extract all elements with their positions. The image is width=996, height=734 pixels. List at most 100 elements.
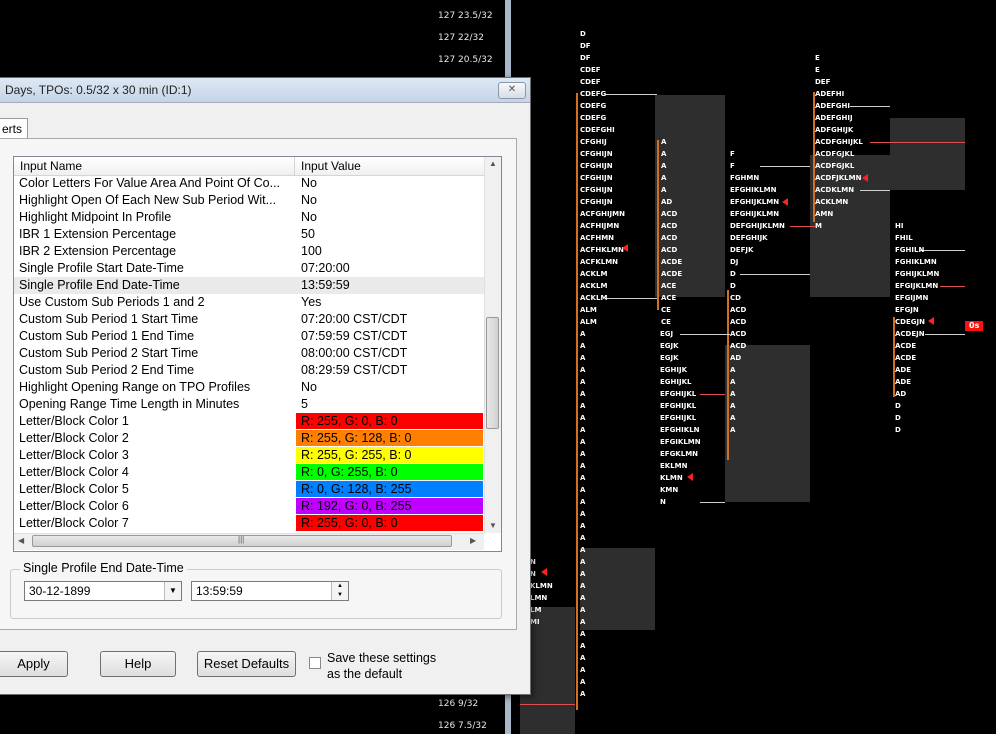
input-value-cell[interactable]: R: 192, G: 0, B: 255 [296,498,483,514]
input-value-cell[interactable]: R: 0, G: 128, B: 255 [296,481,483,497]
tpo-row: KMN [660,486,679,494]
tpo-row: ADEFGHIJ [815,114,853,122]
input-value-cell[interactable]: 50 [296,226,483,242]
input-value-cell[interactable]: 5 [296,396,483,412]
tpo-row: A [580,330,586,338]
tpo-profile-column: EGJ EGJK EGJK EGHIJK EGHIJKL EFGHIJKL EFGHIJKL… [660,328,701,508]
tpo-row: EFGHIKLN [660,426,700,434]
input-value-cell[interactable]: R: 255, G: 255, B: 0 [296,447,483,463]
input-value-cell[interactable]: 07:59:59 CST/CDT [296,328,483,344]
grid-row[interactable]: Letter/Block Color 2 R: 255, G: 128, B: 0 [14,430,484,447]
dialog-title: Days, TPOs: 0.5/32 x 30 min (ID:1) [5,83,192,97]
tpo-row: AD [661,198,673,206]
tpo-row: A [580,606,586,614]
tpo-row: EKLMN [660,462,688,470]
input-value-cell[interactable]: No [296,379,483,395]
grid-vertical-scrollbar[interactable]: ▲ ▼ [484,157,501,533]
scroll-down-icon[interactable]: ▼ [489,521,497,530]
tpo-row: ACDE [895,354,917,362]
tpo-row: EFGHIKLMN [730,186,777,194]
tpo-row: A [730,414,736,422]
tpo-row: ACKLMN [815,198,849,206]
tpo-row: CE [661,306,671,314]
input-value-cell[interactable]: R: 255, G: 0, B: 0 [296,515,483,531]
input-name-cell: Custom Sub Period 1 Start Time [19,312,199,326]
tpo-row: A [580,498,586,506]
tpo-row: ACD [661,210,678,218]
input-value-cell[interactable]: R: 0, G: 255, B: 0 [296,464,483,480]
tpo-row: EGJ [660,330,674,338]
input-value-cell[interactable]: Yes [296,294,483,310]
grid-row[interactable]: IBR 1 Extension Percentage 50 [14,226,484,243]
time-spinner[interactable]: 13:59:59 ▲ ▼ [191,581,349,601]
grid-row[interactable]: Letter/Block Color 7 R: 255, G: 0, B: 0 [14,515,484,532]
input-name-cell: Letter/Block Color 2 [19,431,129,445]
input-value-cell[interactable]: 08:29:59 CST/CDT [296,362,483,378]
input-value-cell[interactable]: No [296,209,483,225]
grid-row[interactable]: Letter/Block Color 1 R: 255, G: 0, B: 0 [14,413,484,430]
input-value-cell[interactable]: 100 [296,243,483,259]
grid-horizontal-scrollbar[interactable]: ◀ ||| ▶ [14,533,484,550]
date-picker[interactable]: 30-12-1899 ▼ [24,581,182,601]
input-value-cell[interactable]: 13:59:59 [296,277,483,293]
chevron-down-icon[interactable]: ▼ [164,582,181,600]
grid-row[interactable]: Highlight Midpoint In Profile No [14,209,484,226]
column-header-input-value[interactable]: Input Value [301,159,361,173]
grid-row[interactable]: Custom Sub Period 1 Start Time 07:20:00 C… [14,311,484,328]
input-name-cell: Color Letters For Value Area And Point O… [19,176,281,190]
tpo-row: LMN [530,594,548,602]
tpo-row: CFGHIJN [580,162,613,170]
scroll-right-icon[interactable]: ▶ [470,536,476,545]
tpo-row: A [580,342,586,350]
grid-row[interactable]: Single Profile End Date-Time 13:59:59 [14,277,484,294]
grid-row[interactable]: Letter/Block Color 5 R: 0, G: 128, B: 255 [14,481,484,498]
grid-row[interactable]: Letter/Block Color 3 R: 255, G: 255, B: 0 [14,447,484,464]
grid-row[interactable]: Letter/Block Color 4 R: 0, G: 255, B: 0 [14,464,484,481]
grid-row[interactable]: Custom Sub Period 1 End Time 07:59:59 CST… [14,328,484,345]
tpo-row: CDEFGHI [580,126,615,134]
input-value-cell[interactable]: R: 255, G: 128, B: 0 [296,430,483,446]
grid-row[interactable]: Single Profile Start Date-Time 07:20:00 [14,260,484,277]
grid-row[interactable]: Opening Range Time Length in Minutes 5 [14,396,484,413]
grid-row[interactable]: Highlight Opening Range on TPO Profiles N… [14,379,484,396]
scroll-thumb[interactable]: ||| [32,535,452,547]
input-name-cell: Highlight Opening Range on TPO Profiles [19,380,251,394]
apply-button[interactable]: Apply [0,651,68,677]
tpo-row: A [580,546,586,554]
scroll-thumb[interactable] [486,317,499,429]
grid-row[interactable]: Letter/Block Color 6 R: 192, G: 0, B: 255 [14,498,484,515]
tpo-row: ACDE [661,258,683,266]
tab-alerts[interactable]: erts [0,118,28,138]
input-value-cell[interactable]: 07:20:00 CST/CDT [296,311,483,327]
input-value-cell[interactable]: No [296,192,483,208]
grid-row[interactable]: Use Custom Sub Periods 1 and 2 Yes [14,294,484,311]
scroll-up-icon[interactable]: ▲ [489,159,497,168]
reset-defaults-button[interactable]: Reset Defaults [197,651,296,677]
hline [700,502,725,503]
hline [940,286,965,287]
help-button[interactable]: Help [100,651,176,677]
scroll-left-icon[interactable]: ◀ [18,536,24,545]
inputs-grid[interactable]: Input Name Input Value Color Letters For… [13,156,502,552]
input-value-cell[interactable]: No [296,175,483,191]
grid-row[interactable]: Color Letters For Value Area And Point O… [14,175,484,192]
profile-poc-line [576,93,578,710]
grid-row[interactable]: IBR 2 Extension Percentage 100 [14,243,484,260]
input-value-cell[interactable]: R: 255, G: 0, B: 0 [296,413,483,429]
input-value-cell[interactable]: 08:00:00 CST/CDT [296,345,483,361]
tpo-row: A [661,174,667,182]
spin-arrows-icon[interactable]: ▲ ▼ [331,582,348,600]
tpo-row: A [580,426,586,434]
column-header-input-name[interactable]: Input Name [20,159,82,173]
grid-row[interactable]: Custom Sub Period 2 Start Time 08:00:00 C… [14,345,484,362]
study-settings-dialog[interactable]: Days, TPOs: 0.5/32 x 30 min (ID:1) ✕ ert… [0,77,531,695]
save-default-label[interactable]: Save these settings as the default [327,650,436,682]
grid-row[interactable]: Highlight Open Of Each New Sub Period Wi… [14,192,484,209]
close-button[interactable]: ✕ [498,82,526,99]
tpo-row: ACDFGJKL [815,150,855,158]
save-default-checkbox[interactable] [309,657,321,669]
dialog-titlebar[interactable]: Days, TPOs: 0.5/32 x 30 min (ID:1) ✕ [0,78,530,103]
grid-row[interactable]: Custom Sub Period 2 End Time 08:29:59 CST… [14,362,484,379]
tpo-profile-column: F F FGHMN EFGHIKLMN EFGHIJKLMN EFGHIJKLMN DEFG… [730,148,785,292]
input-value-cell[interactable]: 07:20:00 [296,260,483,276]
